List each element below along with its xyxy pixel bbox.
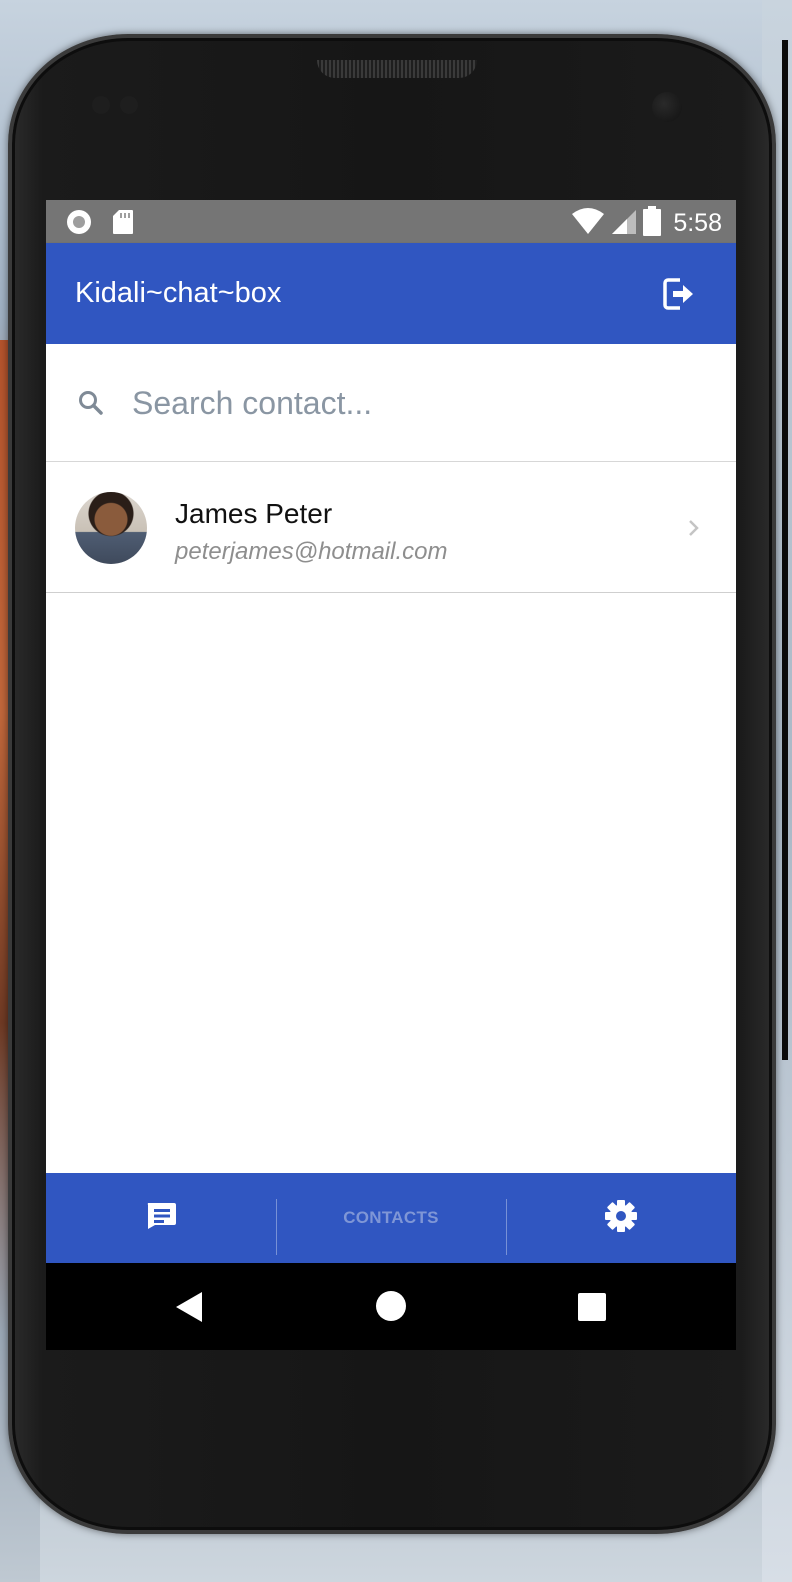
- logout-icon[interactable]: [662, 277, 696, 311]
- chat-icon: [145, 1202, 177, 1235]
- earpiece-speaker: [317, 60, 477, 78]
- status-bar: 5:58: [46, 200, 736, 243]
- home-icon[interactable]: [375, 1290, 407, 1327]
- front-camera: [652, 92, 682, 122]
- gear-icon: [604, 1199, 638, 1238]
- contact-list-item[interactable]: James Peter peterjames@hotmail.com: [46, 462, 736, 593]
- tab-chats[interactable]: [46, 1173, 276, 1263]
- proximity-sensor: [92, 96, 110, 114]
- contact-name: James Peter: [175, 498, 333, 529]
- wifi-icon: [571, 207, 605, 240]
- recents-icon[interactable]: [577, 1292, 607, 1327]
- light-sensor: [120, 96, 138, 114]
- sd-card-icon: [112, 209, 134, 240]
- status-time: 5:58: [673, 209, 722, 237]
- signal-icon: [611, 207, 637, 240]
- device-screen: 5:58 Kidali~chat~box James Peter peterja…: [46, 200, 736, 1350]
- search-input[interactable]: [132, 380, 692, 426]
- system-navigation-bar: [46, 1263, 736, 1350]
- avatar: [75, 492, 147, 564]
- search-icon: [76, 388, 106, 418]
- back-icon[interactable]: [174, 1290, 204, 1329]
- tab-contacts[interactable]: CONTACTS: [276, 1173, 506, 1263]
- window-edge: [782, 40, 788, 1060]
- contact-email: peterjames@hotmail.com: [175, 538, 448, 565]
- record-icon: [66, 209, 92, 240]
- app-bar: Kidali~chat~box: [46, 243, 736, 344]
- battery-icon: [643, 206, 662, 241]
- tab-contacts-label: CONTACTS: [343, 1208, 439, 1227]
- app-title: Kidali~chat~box: [75, 277, 282, 309]
- bottom-tab-bar: CONTACTS: [46, 1173, 736, 1263]
- tab-settings[interactable]: [506, 1173, 736, 1263]
- chevron-right-icon: [686, 518, 700, 538]
- search-bar: [46, 344, 736, 462]
